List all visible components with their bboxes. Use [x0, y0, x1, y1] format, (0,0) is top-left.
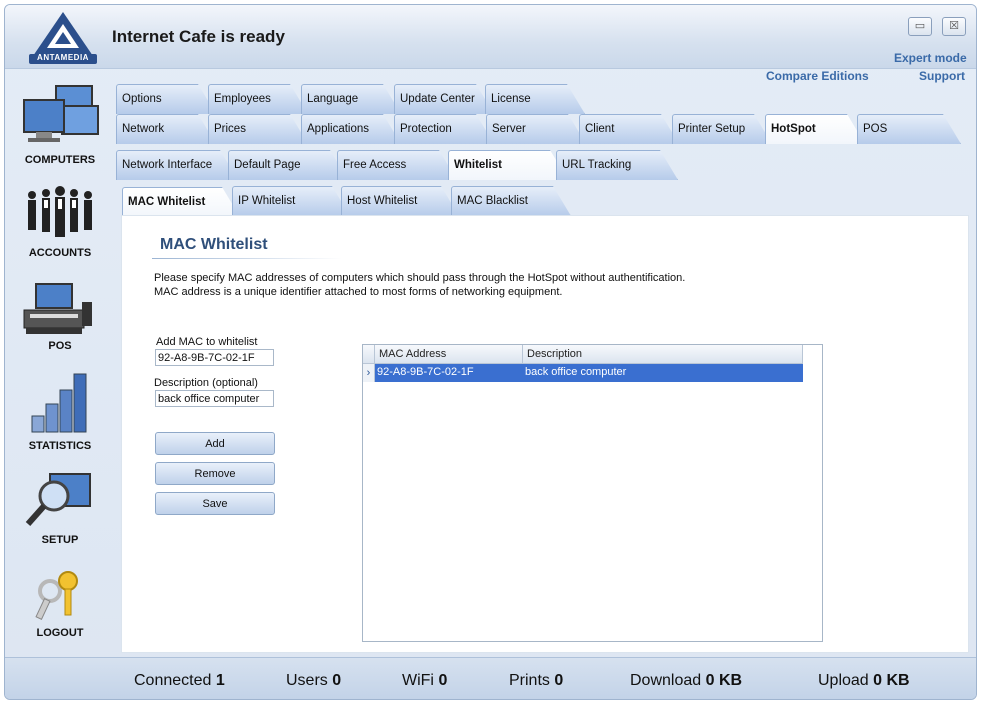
remove-button[interactable]: Remove [155, 462, 275, 485]
sidebar-item-setup[interactable]: SETUP [5, 470, 115, 546]
sidebar-item-label: LOGOUT [36, 627, 84, 639]
description-field-label: Description (optional) [154, 377, 258, 389]
sidebar-item-label: COMPUTERS [24, 154, 96, 166]
title-underline [152, 258, 342, 259]
sidebar-item-label: ACCOUNTS [28, 247, 92, 259]
row-indicator-icon: › [363, 364, 375, 382]
pos-icon [23, 283, 92, 334]
tab-license[interactable]: License [485, 84, 585, 114]
close-button[interactable]: ☒ [942, 17, 966, 36]
computers-icon [23, 85, 99, 142]
save-button[interactable]: Save [155, 492, 275, 515]
status-upload: Upload 0 KB [818, 672, 910, 689]
description-line-2: MAC address is a unique identifier attac… [154, 286, 563, 298]
tab-printer-setup[interactable]: Printer Setup [672, 114, 772, 144]
tab-network[interactable]: Network [116, 114, 216, 144]
statistics-icon [31, 373, 87, 433]
grid-header: MAC Address Description [363, 345, 803, 364]
sidebar-item-label: SETUP [41, 534, 79, 546]
mac-whitelist-grid[interactable]: MAC Address Description › 92-A8-9B-7C-02… [362, 344, 823, 642]
setup-icon [25, 473, 91, 526]
tab-applications[interactable]: Applications [301, 114, 401, 144]
cell-description[interactable]: back office computer [523, 364, 803, 382]
tab-ip-whitelist[interactable]: IP Whitelist [232, 186, 350, 216]
description-input[interactable] [155, 390, 274, 407]
tab-language[interactable]: Language [301, 84, 401, 114]
support-link[interactable]: Support [919, 69, 965, 83]
sidebar-item-label: POS [48, 340, 72, 352]
compare-editions-link[interactable]: Compare Editions [766, 69, 869, 83]
tab-default-page[interactable]: Default Page [228, 150, 348, 180]
status-connected: Connected 1 [134, 672, 225, 689]
tab-options[interactable]: Options [116, 84, 216, 114]
tab-mac-blacklist[interactable]: MAC Blacklist [451, 186, 571, 216]
table-row[interactable]: › 92-A8-9B-7C-02-1F back office computer [363, 364, 803, 382]
tab-prices[interactable]: Prices [208, 114, 308, 144]
status-bar: Connected 1 Users 0 WiFi 0 Prints 0 Down… [5, 657, 976, 699]
tab-free-access[interactable]: Free Access [337, 150, 457, 180]
page-title: MAC Whitelist [160, 236, 268, 253]
header-bar: ANTAMEDIA Internet Cafe is ready ▭ ☒ Exp… [5, 5, 976, 69]
tab-whitelist[interactable]: Whitelist [448, 150, 568, 180]
tab-network-interface[interactable]: Network Interface [116, 150, 238, 180]
sidebar-item-computers[interactable]: COMPUTERS [5, 80, 115, 166]
column-header-mac[interactable]: MAC Address [375, 345, 523, 364]
sidebar-item-logout[interactable]: LOGOUT [5, 565, 115, 639]
sidebar-item-label: STATISTICS [28, 440, 92, 452]
accounts-icon [28, 186, 92, 237]
logout-icon [35, 571, 78, 620]
tab-employees[interactable]: Employees [208, 84, 308, 114]
column-header-description[interactable]: Description [523, 345, 803, 364]
minimize-button[interactable]: ▭ [908, 17, 932, 36]
tab-protection[interactable]: Protection [394, 114, 494, 144]
tab-mac-whitelist[interactable]: MAC Whitelist [122, 187, 240, 217]
grid-header-corner [363, 345, 375, 364]
status-prints: Prints 0 [509, 672, 564, 689]
logo-text: ANTAMEDIA [37, 53, 89, 62]
sidebar-item-accounts[interactable]: ACCOUNTS [5, 185, 115, 259]
app-window: ANTAMEDIA Internet Cafe is ready ▭ ☒ Exp… [4, 4, 977, 700]
status-users: Users 0 [286, 672, 342, 689]
mac-field-label: Add MAC to whitelist [156, 336, 258, 348]
sidebar: COMPUTERS ACCOUNTS POS STATISTICS SETUP … [5, 70, 115, 655]
tab-hotspot[interactable]: HotSpot [765, 114, 865, 144]
mac-input[interactable] [155, 349, 274, 366]
description-line-1: Please specify MAC addresses of computer… [154, 272, 686, 284]
add-button[interactable]: Add [155, 432, 275, 455]
tab-pos[interactable]: POS [857, 114, 961, 144]
status-wifi: WiFi 0 [402, 672, 448, 689]
sidebar-item-pos[interactable]: POS [5, 280, 115, 352]
tab-server[interactable]: Server [486, 114, 586, 144]
tab-url-tracking[interactable]: URL Tracking [556, 150, 678, 180]
expert-mode-link[interactable]: Expert mode [894, 51, 967, 65]
tab-update-center[interactable]: Update Center [394, 84, 494, 114]
content-panel: MAC Whitelist Please specify MAC address… [121, 215, 969, 653]
cell-mac[interactable]: 92-A8-9B-7C-02-1F [375, 364, 523, 382]
sidebar-item-statistics[interactable]: STATISTICS [5, 370, 115, 452]
status-download: Download 0 KB [630, 672, 743, 689]
tab-client[interactable]: Client [579, 114, 679, 144]
window-title: Internet Cafe is ready [112, 27, 285, 46]
tab-host-whitelist[interactable]: Host Whitelist [341, 186, 459, 216]
